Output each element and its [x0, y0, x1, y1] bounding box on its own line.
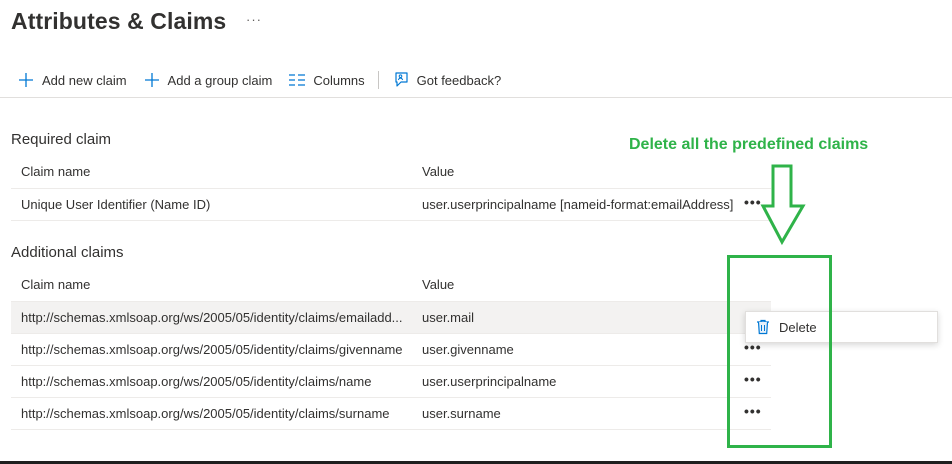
required-claim-heading: Required claim: [11, 131, 112, 148]
column-header-value: Value: [422, 164, 455, 179]
claim-name-cell: http://schemas.xmlsoap.org/ws/2005/05/id…: [21, 342, 403, 357]
table-row[interactable]: http://schemas.xmlsoap.org/ws/2005/05/id…: [11, 366, 771, 398]
plus-icon: [142, 70, 162, 90]
more-options-button[interactable]: ···: [246, 12, 262, 27]
columns-button[interactable]: Columns: [283, 66, 368, 94]
column-header-claim-name: Claim name: [21, 164, 91, 179]
column-header-claim-name: Claim name: [21, 277, 91, 292]
feedback-icon: [391, 70, 411, 90]
columns-icon: [287, 70, 307, 90]
table-row[interactable]: http://schemas.xmlsoap.org/ws/2005/05/id…: [11, 334, 771, 366]
command-bar: Add new claim Add a group claim Columns …: [12, 66, 512, 94]
claim-value-cell: user.surname: [422, 406, 501, 421]
claim-value-cell: user.userprincipalname: [422, 374, 557, 389]
feedback-button[interactable]: Got feedback?: [387, 66, 506, 94]
down-arrow-icon: [760, 164, 806, 246]
claim-value-cell: user.userprincipalname [nameid-format:em…: [422, 197, 734, 212]
feedback-label: Got feedback?: [416, 72, 502, 88]
column-header-value: Value: [422, 277, 455, 292]
claim-name-cell: Unique User Identifier (Name ID): [21, 197, 211, 212]
claim-value-cell: user.mail: [422, 310, 475, 325]
table-row[interactable]: http://schemas.xmlsoap.org/ws/2005/05/id…: [11, 398, 771, 430]
toolbar-divider: [377, 71, 379, 89]
table-row[interactable]: Unique User Identifier (Name ID) user.us…: [11, 189, 771, 221]
claim-name-cell: http://schemas.xmlsoap.org/ws/2005/05/id…: [21, 374, 372, 389]
add-group-claim-label: Add a group claim: [167, 72, 273, 88]
toolbar-divider-line: [0, 97, 952, 98]
additional-claims-heading: Additional claims: [11, 244, 124, 261]
columns-label: Columns: [313, 72, 365, 88]
add-new-claim-button[interactable]: Add new claim: [12, 66, 131, 94]
annotation-highlight-box: [727, 255, 832, 448]
claim-value-cell: user.givenname: [422, 342, 514, 357]
plus-icon: [16, 70, 36, 90]
add-group-claim-button[interactable]: Add a group claim: [138, 66, 277, 94]
table-row[interactable]: http://schemas.xmlsoap.org/ws/2005/05/id…: [11, 302, 771, 334]
page-title: Attributes & Claims: [11, 8, 227, 34]
claim-name-cell: http://schemas.xmlsoap.org/ws/2005/05/id…: [21, 406, 390, 421]
annotation-text: Delete all the predefined claims: [629, 136, 869, 153]
add-new-claim-label: Add new claim: [42, 72, 127, 88]
claim-name-cell: http://schemas.xmlsoap.org/ws/2005/05/id…: [21, 310, 403, 325]
